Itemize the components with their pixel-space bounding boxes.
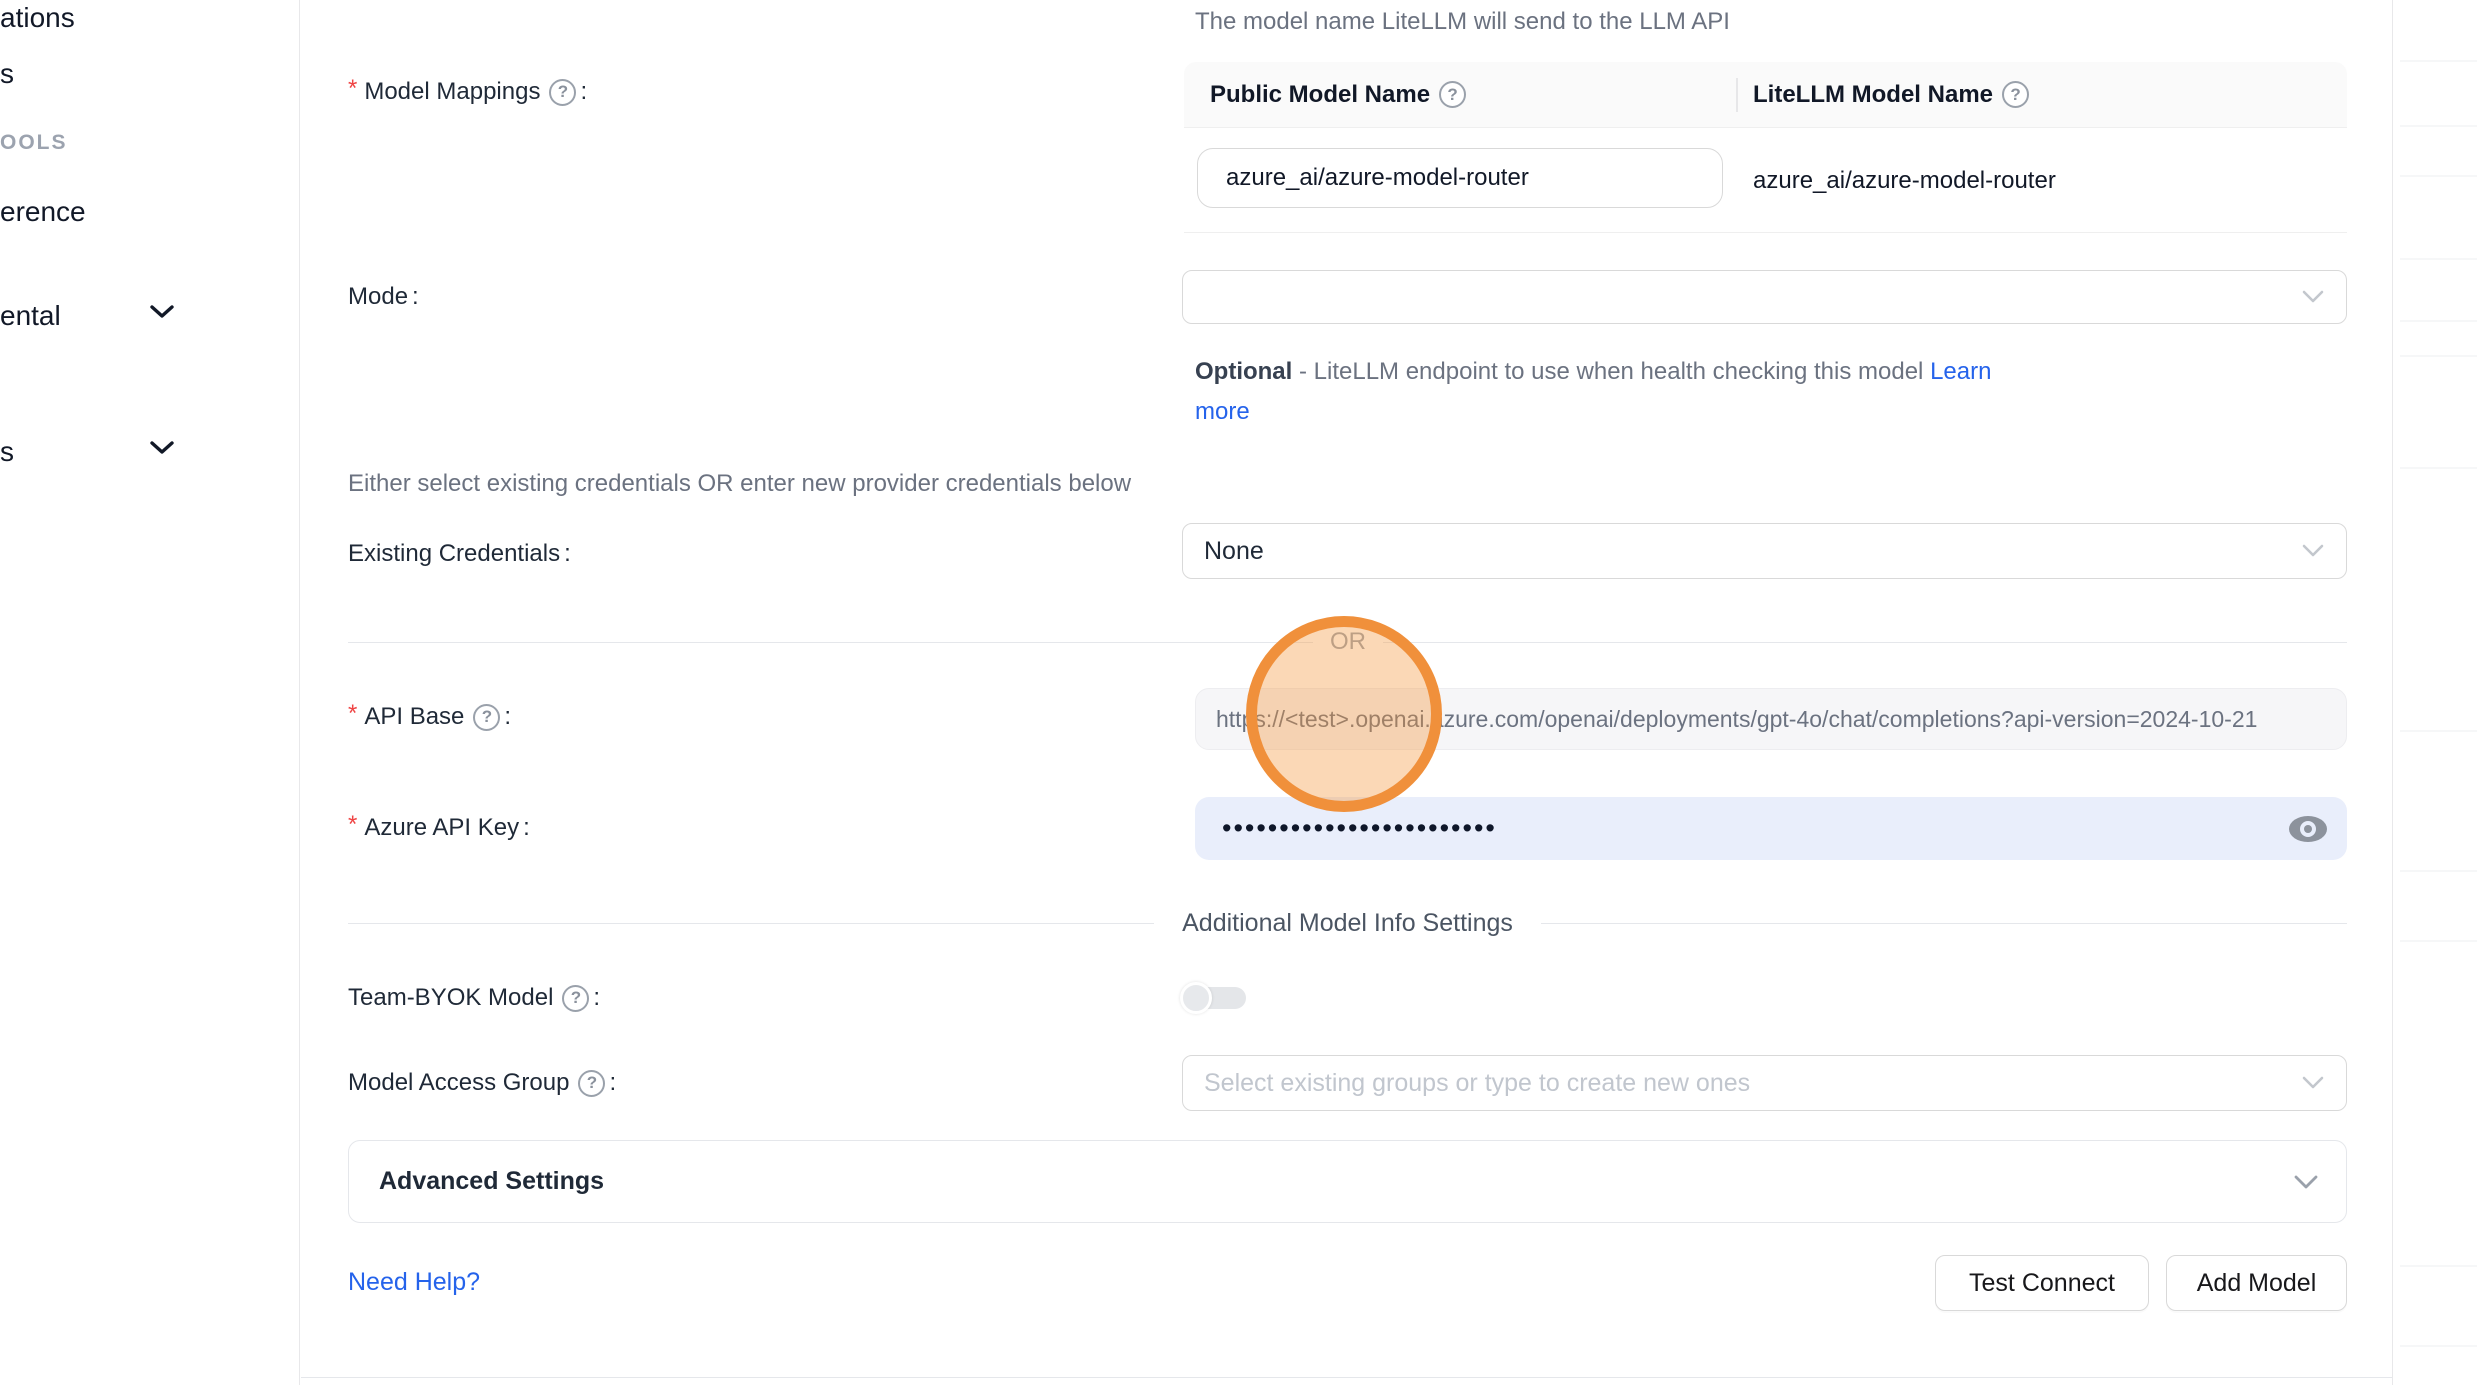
model-access-group-label: Model Access Group ? : (348, 1069, 616, 1097)
additional-settings-divider: Additional Model Info Settings (348, 908, 2347, 938)
divider (2400, 320, 2477, 322)
sidebar-item[interactable]: s (0, 436, 14, 468)
api-base-help-icon[interactable]: ? (473, 704, 500, 731)
model-access-group-placeholder: Select existing groups or type to create… (1204, 1069, 1750, 1098)
model-mappings-table-header: Public Model Name ? LiteLLM Model Name ? (1184, 62, 2347, 128)
required-asterisk: * (348, 75, 357, 103)
chevron-down-icon (2302, 1076, 2324, 1090)
eye-icon[interactable] (2287, 813, 2329, 845)
divider (2400, 940, 2477, 942)
chevron-down-icon[interactable] (150, 441, 174, 455)
litellm-model-name-help-icon[interactable]: ? (2002, 81, 2029, 108)
mode-select[interactable] (1182, 270, 2347, 324)
masked-api-key: •••••••••••••••••••••••• (1222, 813, 1497, 844)
azure-api-key-label: * Azure API Key : (348, 814, 530, 842)
team-byok-label: Team-BYOK Model ? : (348, 984, 600, 1012)
divider (2400, 730, 2477, 732)
divider (2400, 60, 2477, 62)
column-header-public-model-name: Public Model Name ? (1210, 81, 1710, 109)
divider (2400, 355, 2477, 357)
advanced-settings-panel[interactable]: Advanced Settings (348, 1140, 2347, 1223)
column-divider (1736, 78, 1738, 112)
divider (2400, 125, 2477, 127)
divider (2400, 258, 2477, 260)
divider (2400, 1345, 2477, 1347)
model-access-group-help-icon[interactable]: ? (578, 1070, 605, 1097)
divider (2400, 467, 2477, 469)
model-access-group-select[interactable]: Select existing groups or type to create… (1182, 1055, 2347, 1111)
chevron-down-icon (2302, 290, 2324, 304)
additional-settings-divider-label: Additional Model Info Settings (1154, 909, 1541, 938)
model-mappings-label: * Model Mappings ? : (348, 78, 587, 106)
column-header-litellm-model-name: LiteLLM Model Name ? (1753, 81, 2029, 109)
advanced-settings-title: Advanced Settings (379, 1167, 604, 1196)
card-bottom-border (301, 1377, 2392, 1378)
model-name-helper-text: The model name LiteLLM will send to the … (1195, 8, 1730, 36)
learn-more-link[interactable]: more (1195, 398, 1250, 425)
sidebar-item[interactable]: ations (0, 2, 75, 34)
sidebar-item[interactable]: s (0, 58, 14, 90)
mode-optional-note: Optional - LiteLLM endpoint to use when … (1195, 352, 2025, 432)
public-model-name-help-icon[interactable]: ? (1439, 81, 1466, 108)
divider (2400, 870, 2477, 872)
credentials-note: Either select existing credentials OR en… (348, 470, 1131, 498)
chevron-down-icon (2302, 544, 2324, 558)
divider (2400, 1265, 2477, 1267)
content-right-border (2392, 0, 2393, 1385)
test-connect-button[interactable]: Test Connect (1935, 1255, 2149, 1311)
public-model-name-input[interactable]: azure_ai/azure-model-router (1197, 148, 1723, 208)
sidebar-item[interactable]: erence (0, 196, 86, 228)
team-byok-help-icon[interactable]: ? (562, 985, 589, 1012)
mode-label: Mode: (348, 283, 419, 311)
toggle-knob (1180, 982, 1212, 1014)
required-asterisk: * (348, 811, 357, 839)
chevron-down-icon[interactable] (150, 305, 174, 319)
model-mappings-help-icon[interactable]: ? (549, 79, 576, 106)
learn-more-link[interactable]: Learn (1930, 358, 1991, 385)
api-base-label: * API Base ? : (348, 703, 511, 731)
team-byok-toggle[interactable] (1180, 982, 1246, 1014)
table-row: azure_ai/azure-model-router azure_ai/azu… (1184, 128, 2347, 233)
divider (2400, 175, 2477, 177)
add-model-button[interactable]: Add Model (2166, 1255, 2347, 1311)
need-help-link[interactable]: Need Help? (348, 1268, 480, 1297)
existing-credentials-label: Existing Credentials: (348, 540, 571, 568)
litellm-model-name-value: azure_ai/azure-model-router (1753, 128, 2056, 233)
required-asterisk: * (348, 700, 357, 728)
sidebar: ations s OOLS erence ental s (0, 0, 300, 1385)
click-indicator (1246, 616, 1442, 812)
model-mappings-table: Public Model Name ? LiteLLM Model Name ?… (1184, 62, 2347, 233)
existing-credentials-select[interactable]: None (1182, 523, 2347, 579)
sidebar-item[interactable]: ental (0, 300, 61, 332)
chevron-down-icon (2294, 1175, 2318, 1190)
sidebar-section-label: OOLS (0, 131, 68, 155)
